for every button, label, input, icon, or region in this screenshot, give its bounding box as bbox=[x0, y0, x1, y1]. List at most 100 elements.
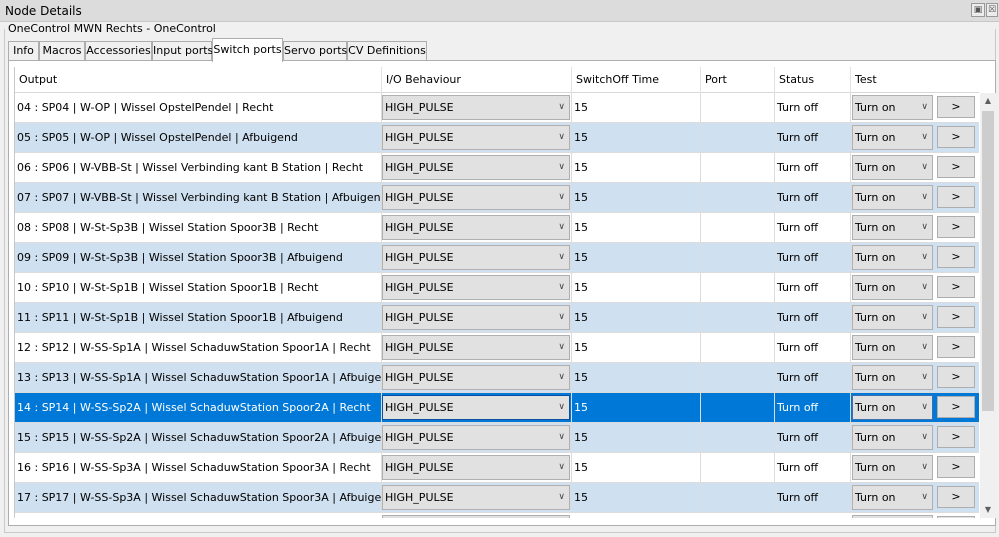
tab-accessories[interactable]: Accessories bbox=[85, 41, 152, 61]
table-row[interactable]: 14 : SP14 | W-SS-Sp2A | Wissel SchaduwSt… bbox=[15, 393, 979, 423]
restore-window-icon[interactable]: ▣ bbox=[971, 3, 985, 17]
io-behaviour-select[interactable]: HIGH_PULSE ∨ bbox=[382, 395, 570, 420]
switchoff-time-cell[interactable]: 15 bbox=[572, 363, 701, 393]
io-behaviour-select[interactable]: HIGH_PULSE ∨ bbox=[382, 335, 570, 360]
column-header-io-behaviour[interactable]: I/O Behaviour bbox=[382, 67, 572, 93]
test-select[interactable]: Turn on ∨ bbox=[852, 335, 933, 360]
apply-test-button[interactable]: > bbox=[937, 426, 975, 448]
table-row[interactable]: 06 : SP06 | W-VBB-St | Wissel Verbinding… bbox=[15, 153, 979, 183]
switchoff-time-cell[interactable]: 15 bbox=[572, 123, 701, 153]
apply-test-button[interactable]: > bbox=[937, 96, 975, 118]
port-cell[interactable] bbox=[701, 243, 775, 273]
test-select[interactable]: Turn on ∨ bbox=[852, 365, 933, 390]
vertical-scrollbar[interactable]: ▲ ▼ bbox=[980, 93, 996, 518]
switchoff-time-cell[interactable]: 15 bbox=[572, 153, 701, 183]
column-header-output[interactable]: Output bbox=[15, 67, 382, 93]
switchoff-time-cell[interactable]: 15 bbox=[572, 243, 701, 273]
output-cell[interactable]: 09 : SP09 | W-St-Sp3B | Wissel Station S… bbox=[15, 243, 382, 273]
test-select[interactable]: Turn on ∨ bbox=[852, 425, 933, 450]
close-window-icon[interactable]: ☒ bbox=[986, 3, 998, 17]
io-behaviour-select[interactable]: HIGH_PULSE ∨ bbox=[382, 245, 570, 270]
port-cell[interactable] bbox=[701, 183, 775, 213]
apply-test-button[interactable]: > bbox=[937, 186, 975, 208]
table-row[interactable]: 15 : SP15 | W-SS-Sp2A | Wissel SchaduwSt… bbox=[15, 423, 979, 453]
test-select[interactable]: Turn on ∨ bbox=[852, 305, 933, 330]
table-row[interactable]: 17 : SP17 | W-SS-Sp3A | Wissel SchaduwSt… bbox=[15, 483, 979, 513]
column-header-status[interactable]: Status bbox=[775, 67, 851, 93]
port-cell[interactable] bbox=[701, 93, 775, 123]
apply-test-button[interactable]: > bbox=[937, 366, 975, 388]
io-behaviour-select[interactable]: HIGH_PULSE ∨ bbox=[382, 365, 570, 390]
switchoff-time-cell[interactable]: 15 bbox=[572, 183, 701, 213]
test-select[interactable]: Turn on ∨ bbox=[852, 245, 933, 270]
table-row[interactable]: 10 : SP10 | W-St-Sp1B | Wissel Station S… bbox=[15, 273, 979, 303]
io-behaviour-select[interactable]: HIGH_PULSE ∨ bbox=[382, 155, 570, 180]
switchoff-time-cell[interactable]: 15 bbox=[572, 393, 701, 423]
test-select[interactable]: Turn on ∨ bbox=[852, 485, 933, 510]
port-cell[interactable] bbox=[701, 483, 775, 513]
test-select[interactable]: Turn on ∨ bbox=[852, 95, 933, 120]
table-row[interactable]: 07 : SP07 | W-VBB-St | Wissel Verbinding… bbox=[15, 183, 979, 213]
switchoff-time-cell[interactable]: 15 bbox=[572, 213, 701, 243]
scrollbar-thumb[interactable] bbox=[982, 111, 994, 411]
table-row[interactable]: 12 : SP12 | W-SS-Sp1A | Wissel SchaduwSt… bbox=[15, 333, 979, 363]
io-behaviour-select[interactable]: HIGH_PULSE ∨ bbox=[382, 215, 570, 240]
port-cell[interactable] bbox=[701, 303, 775, 333]
switchoff-time-cell[interactable]: 15 bbox=[572, 483, 701, 513]
io-behaviour-select[interactable]: HIGH_PULSE ∨ bbox=[382, 275, 570, 300]
output-cell[interactable]: 04 : SP04 | W-OP | Wissel OpstelPendel |… bbox=[15, 93, 382, 123]
switchoff-time-cell[interactable]: 15 bbox=[572, 453, 701, 483]
apply-test-button[interactable]: > bbox=[937, 126, 975, 148]
port-cell[interactable] bbox=[701, 153, 775, 183]
output-cell[interactable]: 14 : SP14 | W-SS-Sp2A | Wissel SchaduwSt… bbox=[15, 393, 382, 423]
apply-test-button[interactable]: > bbox=[937, 276, 975, 298]
tab-switch-ports[interactable]: Switch ports bbox=[212, 38, 283, 62]
column-header-test[interactable]: Test bbox=[851, 67, 979, 93]
apply-test-button[interactable]: > bbox=[937, 306, 975, 328]
port-cell[interactable] bbox=[701, 273, 775, 303]
table-row[interactable] bbox=[15, 513, 979, 518]
scroll-up-icon[interactable]: ▲ bbox=[980, 93, 996, 109]
switchoff-time-cell[interactable]: 15 bbox=[572, 93, 701, 123]
tab-servo-ports[interactable]: Servo ports bbox=[283, 41, 347, 61]
table-row[interactable]: 11 : SP11 | W-St-Sp1B | Wissel Station S… bbox=[15, 303, 979, 333]
io-behaviour-select[interactable]: HIGH_PULSE ∨ bbox=[382, 125, 570, 150]
table-row[interactable]: 08 : SP08 | W-St-Sp3B | Wissel Station S… bbox=[15, 213, 979, 243]
tab-macros[interactable]: Macros bbox=[39, 41, 85, 61]
switchoff-time-cell[interactable]: 15 bbox=[572, 303, 701, 333]
io-behaviour-select[interactable]: HIGH_PULSE ∨ bbox=[382, 455, 570, 480]
test-select[interactable]: Turn on ∨ bbox=[852, 395, 933, 420]
test-select[interactable]: Turn on ∨ bbox=[852, 185, 933, 210]
switchoff-time-cell[interactable]: 15 bbox=[572, 273, 701, 303]
table-row[interactable]: 05 : SP05 | W-OP | Wissel OpstelPendel |… bbox=[15, 123, 979, 153]
output-cell[interactable]: 13 : SP13 | W-SS-Sp1A | Wissel SchaduwSt… bbox=[15, 363, 382, 393]
table-row[interactable]: 04 : SP04 | W-OP | Wissel OpstelPendel |… bbox=[15, 93, 979, 123]
port-cell[interactable] bbox=[701, 423, 775, 453]
scroll-down-icon[interactable]: ▼ bbox=[980, 502, 996, 518]
port-cell[interactable] bbox=[701, 123, 775, 153]
apply-test-button[interactable]: > bbox=[937, 486, 975, 508]
output-cell[interactable]: 17 : SP17 | W-SS-Sp3A | Wissel SchaduwSt… bbox=[15, 483, 382, 513]
table-row[interactable]: 13 : SP13 | W-SS-Sp1A | Wissel SchaduwSt… bbox=[15, 363, 979, 393]
output-cell[interactable]: 07 : SP07 | W-VBB-St | Wissel Verbinding… bbox=[15, 183, 382, 213]
port-cell[interactable] bbox=[701, 213, 775, 243]
tab-input-ports[interactable]: Input ports bbox=[152, 41, 213, 61]
column-header-port[interactable]: Port bbox=[701, 67, 775, 93]
output-cell[interactable]: 16 : SP16 | W-SS-Sp3A | Wissel SchaduwSt… bbox=[15, 453, 382, 483]
io-behaviour-select[interactable]: HIGH_PULSE ∨ bbox=[382, 305, 570, 330]
output-cell[interactable]: 06 : SP06 | W-VBB-St | Wissel Verbinding… bbox=[15, 153, 382, 183]
tab-cv-definitions[interactable]: CV Definitions bbox=[347, 41, 427, 61]
test-select[interactable]: Turn on ∨ bbox=[852, 275, 933, 300]
io-behaviour-select[interactable] bbox=[382, 515, 570, 518]
port-cell[interactable] bbox=[701, 393, 775, 423]
output-cell[interactable]: 08 : SP08 | W-St-Sp3B | Wissel Station S… bbox=[15, 213, 382, 243]
switchoff-time-cell[interactable]: 15 bbox=[572, 423, 701, 453]
apply-test-button[interactable]: > bbox=[937, 396, 975, 418]
output-cell[interactable]: 11 : SP11 | W-St-Sp1B | Wissel Station S… bbox=[15, 303, 382, 333]
test-select[interactable]: Turn on ∨ bbox=[852, 155, 933, 180]
io-behaviour-select[interactable]: HIGH_PULSE ∨ bbox=[382, 425, 570, 450]
io-behaviour-select[interactable]: HIGH_PULSE ∨ bbox=[382, 185, 570, 210]
test-select[interactable]: Turn on ∨ bbox=[852, 125, 933, 150]
apply-test-button[interactable]: > bbox=[937, 246, 975, 268]
tab-info[interactable]: Info bbox=[8, 41, 39, 61]
